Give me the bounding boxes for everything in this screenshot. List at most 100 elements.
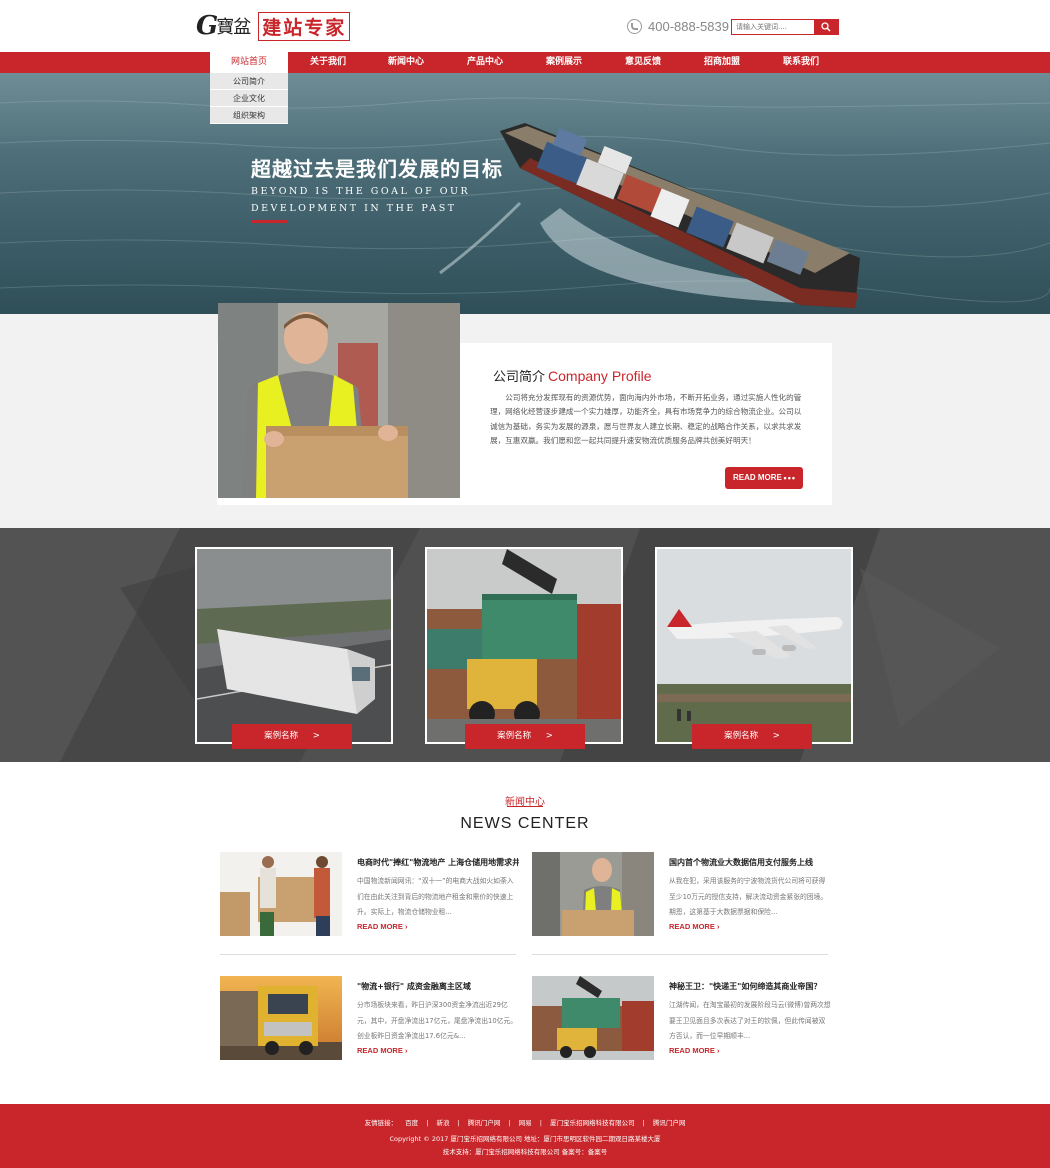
read-more-label: READ MORE (357, 1046, 403, 1055)
logo-tagline: 建站专家 (258, 11, 351, 41)
phone-icon (627, 19, 642, 34)
nav-products[interactable]: 产品中心 (446, 52, 524, 73)
news-excerpt: 分市场板块来看，昨日沪深300资金净流出近29亿元，其中，开盘净流出17亿元，尾… (357, 1001, 518, 1040)
profile-title: 公司简介 Company Profile (493, 366, 652, 385)
submenu-item-culture[interactable]: 企业文化 (210, 90, 288, 107)
footer-link-tencent[interactable]: 腾讯门户网 (468, 1119, 501, 1127)
site-footer: 友情链接： 百度 | 新浪 | 腾讯门户网 | 网易 | 厦门宝乐招网络科技有限… (0, 1104, 1050, 1168)
search-button[interactable] (814, 20, 838, 34)
search-input[interactable] (732, 20, 814, 34)
footer-divider: | (457, 1119, 460, 1127)
truck-photo (197, 549, 391, 742)
nav-news[interactable]: 新闻中心 (367, 52, 445, 73)
news-thumb-moving (220, 852, 342, 936)
footer-divider: | (642, 1119, 645, 1127)
nav-about[interactable]: 关于我们 (289, 52, 367, 73)
nav-feedback[interactable]: 意见反馈 (604, 52, 682, 73)
case-label-2[interactable]: 案例名称 > (465, 724, 585, 749)
news-divider (220, 954, 516, 955)
profile-read-more-button[interactable]: READ MORE ••• (725, 467, 803, 489)
site-logo[interactable]: G 寶盆 建站专家 (196, 10, 351, 42)
footer-link-company[interactable]: 厦门宝乐招网络科技有限公司 (550, 1119, 635, 1127)
submenu-item-structure[interactable]: 组织架构 (210, 107, 288, 124)
footer-link-sina[interactable]: 新浪 (437, 1119, 450, 1127)
phone-number: 400-888-5839 (648, 19, 729, 34)
news-read-more-link[interactable]: READ MORE › (357, 1046, 407, 1055)
more-dots-icon: ••• (783, 473, 796, 483)
nav-submenu: 公司简介 企业文化 组织架构 (210, 73, 288, 124)
chevron-right-icon: › (404, 1046, 408, 1055)
hotline: 400-888-5839 (627, 19, 729, 34)
footer-link-netease[interactable]: 网易 (519, 1119, 532, 1127)
chevron-right-icon: › (716, 1046, 720, 1055)
news-read-more-link[interactable]: READ MORE › (669, 1046, 719, 1055)
nav-home[interactable]: 网站首页 (210, 52, 288, 73)
case-label-text: 案例名称 (724, 731, 759, 741)
news-read-more-link[interactable]: READ MORE › (357, 922, 407, 931)
site-header: G 寶盆 建站专家 400-888-5839 (0, 0, 1050, 52)
nav-contact[interactable]: 联系我们 (762, 52, 840, 73)
footer-link-tencent-portal[interactable]: 腾讯门户网 (653, 1119, 686, 1127)
read-more-label: READ MORE (669, 1046, 715, 1055)
footer-copyright: Copyright © 2017 厦门宝乐招网络有限公司 地址：厦门市思明区软件… (389, 1135, 661, 1143)
submenu-item-profile[interactable]: 公司简介 (210, 73, 288, 90)
read-more-label: READ MORE (357, 922, 403, 931)
friend-links-label: 友情链接： (364, 1119, 398, 1127)
case-label-text: 案例名称 (264, 731, 299, 741)
airplane-photo (657, 549, 851, 742)
news-headline[interactable]: "物流+银行" 成资金融离主区域 (357, 981, 519, 992)
news-headline[interactable]: 神秘王卫："快递王"如何缔造其商业帝国？ (669, 981, 831, 992)
news-excerpt: 中国物流新闻网讯：“双十一”的电商大战如火如荼入们在由此关注到背后的物流地产租金… (357, 877, 514, 916)
banner-title: 超越过去是我们发展的目标 (251, 157, 503, 181)
container-crane-photo (427, 549, 621, 742)
news-title: NEWS CENTER (460, 815, 590, 832)
main-nav: 网站首页 关于我们 新闻中心 产品中心 案例展示 意见反馈 招商加盟 联系我们 (0, 52, 1050, 73)
nav-join[interactable]: 招商加盟 (683, 52, 761, 73)
chevron-right-icon: > (545, 731, 553, 741)
chevron-right-icon: › (716, 922, 720, 931)
news-excerpt: 从我在犯，采用该服务的宁波物流货代公司将可获得至少10万元的授信支持，解决流动资… (669, 877, 828, 916)
banner-accent-line (251, 220, 288, 223)
news-divider (532, 954, 828, 955)
news-thumb-container (532, 976, 654, 1060)
news-underline (507, 806, 543, 807)
news-thumb-worker (532, 852, 654, 936)
footer-divider: | (539, 1119, 542, 1127)
footer-divider: | (426, 1119, 429, 1127)
read-more-label: READ MORE (669, 922, 715, 931)
footer-divider: | (508, 1119, 511, 1127)
footer-link-baidu[interactable]: 百度 (405, 1119, 418, 1127)
news-thumb-truck-sunset (220, 976, 342, 1060)
news-headline[interactable]: 电商时代"捧红"物流地产 上海仓储用地需求井... (357, 857, 519, 868)
case-card-airplane[interactable] (655, 547, 853, 744)
chevron-right-icon: > (772, 731, 780, 741)
profile-title-en: Company Profile (548, 368, 652, 384)
logo-name: 寶盆 (216, 17, 251, 38)
worker-photo (218, 303, 460, 498)
banner-subtitle: BEYOND IS THE GOAL OF OUR DEVELOPMENT IN… (251, 186, 471, 214)
news-excerpt: 江湖传闻，在淘宝最初的发展阶段马云(微博)曾两次想要王卫见面且多次表达了对王的钦… (669, 1001, 831, 1040)
case-label-1[interactable]: 案例名称 > (232, 724, 352, 749)
news-item[interactable]: 电商时代"捧红"物流地产 上海仓储用地需求井... 中国物流新闻网讯：“双十一”… (220, 852, 519, 936)
news-headline[interactable]: 国内首个物流业大数据信用支付服务上线 (669, 857, 831, 868)
chevron-right-icon: > (312, 731, 320, 741)
case-label-3[interactable]: 案例名称 > (692, 724, 812, 749)
hero-banner: 超越过去是我们发展的目标 BEYOND IS THE GOAL OF OUR D… (0, 73, 1050, 314)
case-card-truck[interactable] (195, 547, 393, 744)
search-icon (821, 22, 831, 32)
search-box (731, 19, 839, 35)
profile-description: 公司将充分发挥现有的资源优势，面向海内外市场，不断开拓业务，通过实施人性化的管理… (490, 393, 802, 445)
case-card-container[interactable] (425, 547, 623, 744)
footer-support: 技术支持：厦门宝乐招网络科技有限公司 备案号：备案号 (442, 1148, 608, 1156)
read-more-label: READ MORE (733, 473, 782, 482)
case-label-text: 案例名称 (497, 731, 532, 741)
news-item[interactable]: "物流+银行" 成资金融离主区域 分市场板块来看，昨日沪深300资金净流出近29… (220, 976, 519, 1060)
news-item[interactable]: 神秘王卫："快递王"如何缔造其商业帝国？ 江湖传闻，在淘宝最初的发展阶段马云(微… (532, 976, 831, 1060)
profile-title-cn: 公司简介 (493, 370, 546, 385)
news-item[interactable]: 国内首个物流业大数据信用支付服务上线 从我在犯，采用该服务的宁波物流货代公司将可… (532, 852, 828, 936)
logo-mark: G (196, 11, 219, 41)
nav-cases[interactable]: 案例展示 (525, 52, 603, 73)
friend-links: 友情链接： 百度 | 新浪 | 腾讯门户网 | 网易 | 厦门宝乐招网络科技有限… (0, 1117, 1050, 1127)
news-read-more-link[interactable]: READ MORE › (669, 922, 719, 931)
chevron-right-icon: › (404, 922, 408, 931)
